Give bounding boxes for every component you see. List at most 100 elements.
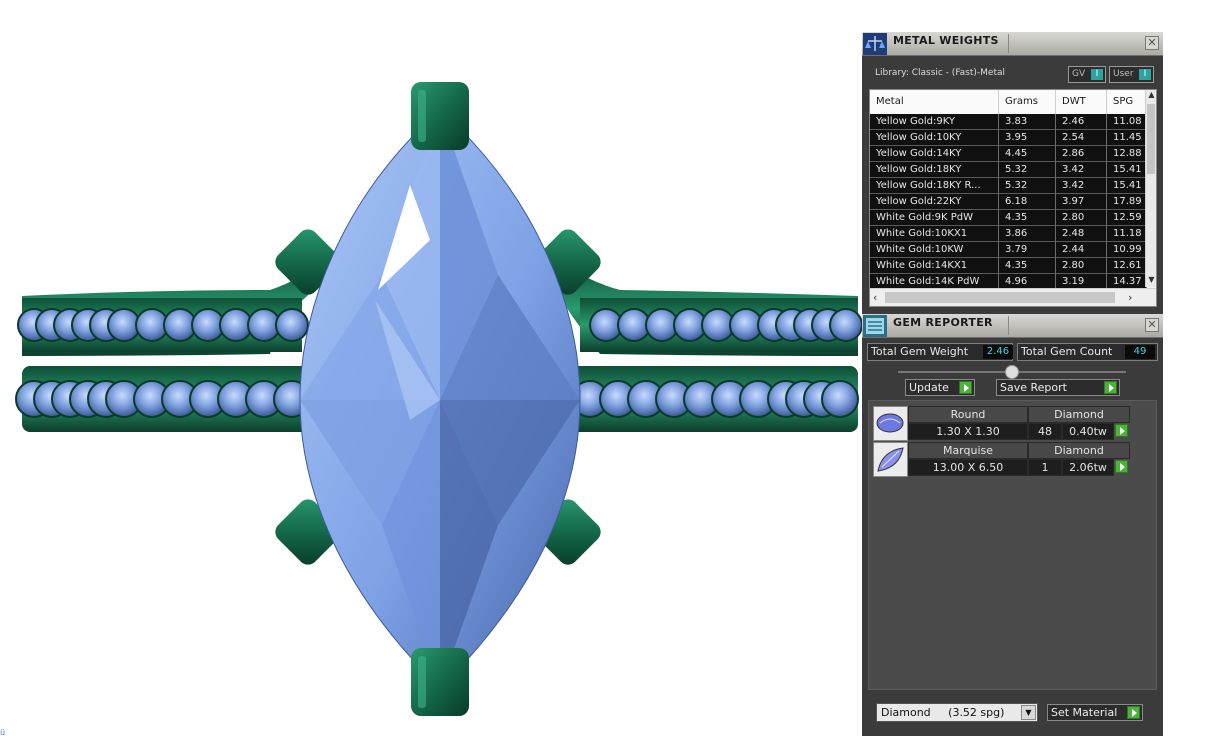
cell-dwt: 2.44 bbox=[1056, 242, 1107, 258]
cell-metal: Yellow Gold:22KY bbox=[870, 194, 999, 210]
band-stone bbox=[275, 308, 309, 342]
cell-metal: White Gold:10KW bbox=[870, 242, 999, 258]
gem-row-round[interactable]: Round Diamond 1.30 X 1.30 48 0.40tw bbox=[873, 406, 1133, 441]
cell-grams: 5.32 bbox=[999, 162, 1056, 178]
cell-spg: 17.89 bbox=[1107, 194, 1147, 210]
table-body: Yellow Gold:9KY 3.83 2.46 11.08 Yellow Gold:… bbox=[870, 114, 1147, 290]
total-gem-count-label: Total Gem Count bbox=[1021, 345, 1113, 358]
chevron-down-icon[interactable]: ▼ bbox=[1021, 705, 1036, 720]
cell-grams: 4.45 bbox=[999, 146, 1056, 162]
set-material-label: Set Material bbox=[1051, 706, 1118, 719]
library-label: Library: Classic - (Fast)-Metal bbox=[875, 68, 1006, 78]
splitter-handle[interactable] bbox=[1005, 365, 1019, 379]
metal-weights-table[interactable]: Metal Grams DWT SPG Yellow Gold:9KY 3.83 2… bbox=[869, 89, 1157, 307]
table-row[interactable]: White Gold:10KW 3.79 2.44 10.99 bbox=[870, 242, 1147, 258]
table-row[interactable]: Yellow Gold:9KY 3.83 2.46 11.08 bbox=[870, 114, 1147, 130]
table-row[interactable]: Yellow Gold:18KY R... 5.32 3.42 15.41 bbox=[870, 178, 1147, 194]
side-marker: ü bbox=[0, 728, 6, 737]
cell-metal: Yellow Gold:18KY R... bbox=[870, 178, 999, 194]
user-toggle[interactable]: User I bbox=[1109, 66, 1154, 83]
set-material-button[interactable]: Set Material bbox=[1047, 704, 1143, 721]
cell-metal: Yellow Gold:10KY bbox=[870, 130, 999, 146]
table-header: Metal Grams DWT SPG bbox=[870, 90, 1147, 114]
save-report-button[interactable]: Save Report bbox=[996, 379, 1120, 396]
cell-grams: 3.83 bbox=[999, 114, 1056, 130]
table-row[interactable]: White Gold:14KX1 4.35 2.80 12.61 bbox=[870, 258, 1147, 274]
marquise-center-stone bbox=[299, 109, 581, 689]
cell-dwt: 2.54 bbox=[1056, 130, 1107, 146]
gv-toggle-label: GV bbox=[1072, 69, 1086, 79]
gem-size: 1.30 X 1.30 bbox=[908, 423, 1028, 440]
table-row[interactable]: Yellow Gold:18KY 5.32 3.42 15.41 bbox=[870, 162, 1147, 178]
gem-reporter-titlebar[interactable]: GEM REPORTER ✕ bbox=[862, 314, 1163, 338]
col-header-dwt[interactable]: DWT bbox=[1056, 90, 1107, 114]
col-header-metal[interactable]: Metal bbox=[870, 90, 999, 114]
table-row[interactable]: Yellow Gold:14KY 4.45 2.86 12.88 bbox=[870, 146, 1147, 162]
cell-spg: 10.99 bbox=[1107, 242, 1147, 258]
marquise-gem-icon bbox=[873, 442, 908, 477]
cell-dwt: 3.42 bbox=[1056, 162, 1107, 178]
gv-toggle[interactable]: GV I bbox=[1068, 66, 1106, 83]
cell-metal: White Gold:14KX1 bbox=[870, 258, 999, 274]
metal-weights-title: METAL WEIGHTS bbox=[893, 34, 999, 47]
tool-panel: METAL WEIGHTS ✕ Library: Classic - (Fast… bbox=[862, 32, 1163, 736]
scroll-up-icon[interactable]: ▲ bbox=[1146, 90, 1156, 102]
material-select[interactable]: Diamond (3.52 spg) ▼ bbox=[876, 703, 1038, 722]
col-header-spg[interactable]: SPG bbox=[1107, 90, 1147, 114]
cell-grams: 4.35 bbox=[999, 258, 1056, 274]
cell-grams: 3.79 bbox=[999, 242, 1056, 258]
gem-select-arrow-icon[interactable] bbox=[1115, 460, 1128, 473]
table-row[interactable]: White Gold:10KX1 3.86 2.48 11.18 bbox=[870, 226, 1147, 242]
cell-metal: White Gold:9K PdW bbox=[870, 210, 999, 226]
cell-dwt: 3.97 bbox=[1056, 194, 1107, 210]
total-gem-weight-field: Total Gem Weight 2.46 bbox=[867, 343, 1013, 361]
cell-spg: 12.88 bbox=[1107, 146, 1147, 162]
gem-select-arrow-icon[interactable] bbox=[1115, 424, 1128, 437]
cell-grams: 5.32 bbox=[999, 178, 1056, 194]
table-row[interactable]: White Gold:9K PdW 4.35 2.80 12.59 bbox=[870, 210, 1147, 226]
total-gem-weight-value: 2.46 bbox=[983, 345, 1013, 359]
cell-metal: Yellow Gold:18KY bbox=[870, 162, 999, 178]
save-report-label: Save Report bbox=[1000, 381, 1067, 394]
cell-dwt: 2.48 bbox=[1056, 226, 1107, 242]
cell-metal: Yellow Gold:9KY bbox=[870, 114, 999, 130]
play-arrow-icon bbox=[959, 381, 972, 394]
gem-count: 1 bbox=[1028, 459, 1062, 476]
cell-spg: 15.41 bbox=[1107, 178, 1147, 194]
cell-dwt: 2.80 bbox=[1056, 258, 1107, 274]
cell-spg: 11.45 bbox=[1107, 130, 1147, 146]
scroll-down-icon[interactable]: ▼ bbox=[1146, 275, 1156, 287]
cell-spg: 12.61 bbox=[1107, 258, 1147, 274]
gem-row-marquise[interactable]: Marquise Diamond 13.00 X 6.50 1 2.06tw bbox=[873, 442, 1133, 477]
metal-weights-titlebar[interactable]: METAL WEIGHTS ✕ bbox=[862, 32, 1163, 56]
3d-viewport[interactable] bbox=[0, 0, 863, 736]
total-gem-weight-label: Total Gem Weight bbox=[871, 345, 969, 358]
h-scroll-thumb[interactable] bbox=[885, 292, 1115, 303]
horizontal-scrollbar[interactable]: ‹ › bbox=[870, 288, 1156, 306]
update-button[interactable]: Update bbox=[905, 379, 975, 396]
band-stone bbox=[821, 380, 859, 418]
gem-reporter-title: GEM REPORTER bbox=[893, 316, 993, 329]
gem-count: 48 bbox=[1028, 423, 1062, 440]
scroll-left-icon[interactable]: ‹ bbox=[873, 291, 877, 304]
metal-weights-close-icon[interactable]: ✕ bbox=[1145, 36, 1159, 50]
col-header-grams[interactable]: Grams bbox=[999, 90, 1056, 114]
cell-metal: White Gold:10KX1 bbox=[870, 226, 999, 242]
gem-reporter-close-icon[interactable]: ✕ bbox=[1145, 318, 1159, 332]
cell-grams: 6.18 bbox=[999, 194, 1056, 210]
titlebar-divider bbox=[1008, 316, 1009, 335]
material-select-value: Diamond (3.52 spg) bbox=[881, 706, 1005, 719]
total-gem-count-field: Total Gem Count 49 bbox=[1017, 343, 1158, 361]
scroll-thumb[interactable] bbox=[1147, 104, 1155, 174]
round-gem-icon bbox=[873, 406, 908, 441]
table-row[interactable]: Yellow Gold:22KY 6.18 3.97 17.89 bbox=[870, 194, 1147, 210]
table-row[interactable]: Yellow Gold:10KY 3.95 2.54 11.45 bbox=[870, 130, 1147, 146]
gem-shape: Round bbox=[908, 406, 1028, 423]
scroll-right-icon[interactable]: › bbox=[1128, 291, 1132, 304]
cell-spg: 11.18 bbox=[1107, 226, 1147, 242]
titlebar-divider bbox=[1008, 34, 1009, 53]
gem-shape: Marquise bbox=[908, 442, 1028, 459]
gv-toggle-indicator: I bbox=[1091, 69, 1103, 80]
ring-render bbox=[15, 82, 863, 716]
vertical-scrollbar[interactable]: ▲ ▼ bbox=[1145, 90, 1156, 287]
